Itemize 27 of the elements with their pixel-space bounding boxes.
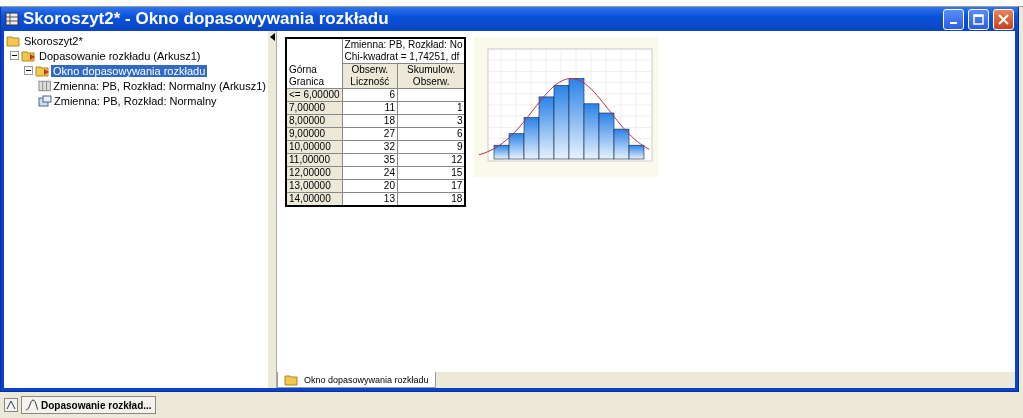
minimize-button[interactable] xyxy=(943,8,964,30)
tree-item[interactable]: Dopasowanie rozkładu (Arkusz1) xyxy=(37,49,203,62)
table-icon xyxy=(38,79,52,92)
close-button[interactable] xyxy=(993,8,1014,30)
collapse-icon[interactable] xyxy=(10,51,19,60)
close-icon xyxy=(998,13,1009,25)
folder-arrow-icon xyxy=(21,49,37,62)
minimize-icon xyxy=(950,22,957,24)
font-icon xyxy=(6,400,16,410)
document-tab[interactable]: Okno dopasowywania rozkładu xyxy=(277,372,436,388)
folder-arrow-icon xyxy=(35,64,51,77)
column-header: Górna Granica xyxy=(286,63,343,89)
chart-window-icon xyxy=(38,94,52,107)
tree-item[interactable]: Zmienna: PB, Rozkład: Normalny (Arkusz1) xyxy=(51,79,268,92)
tree-item[interactable]: Skoroszyt2* xyxy=(22,34,85,47)
taskbar-button[interactable]: Dopasowanie rozkład... xyxy=(21,396,156,414)
tree-item[interactable]: Zmienna: PB, Rozkład: Normalny xyxy=(52,94,219,107)
curve-icon xyxy=(25,399,39,411)
window-title: Skoroszyt2* - Okno dopasowywania rozkładu xyxy=(23,9,390,29)
folder-icon xyxy=(6,34,22,47)
tree-item[interactable]: Okno dopasowywania rozkładu xyxy=(51,64,208,77)
maximize-button[interactable] xyxy=(968,8,989,30)
table-title: Zmienna: PB, Rozkład: No Chi-kwadrat = 1,74251, df xyxy=(342,38,466,64)
collapse-icon[interactable] xyxy=(24,66,33,75)
restore-button[interactable] xyxy=(4,398,18,412)
window-icon xyxy=(5,12,19,26)
maximize-icon xyxy=(973,13,984,25)
